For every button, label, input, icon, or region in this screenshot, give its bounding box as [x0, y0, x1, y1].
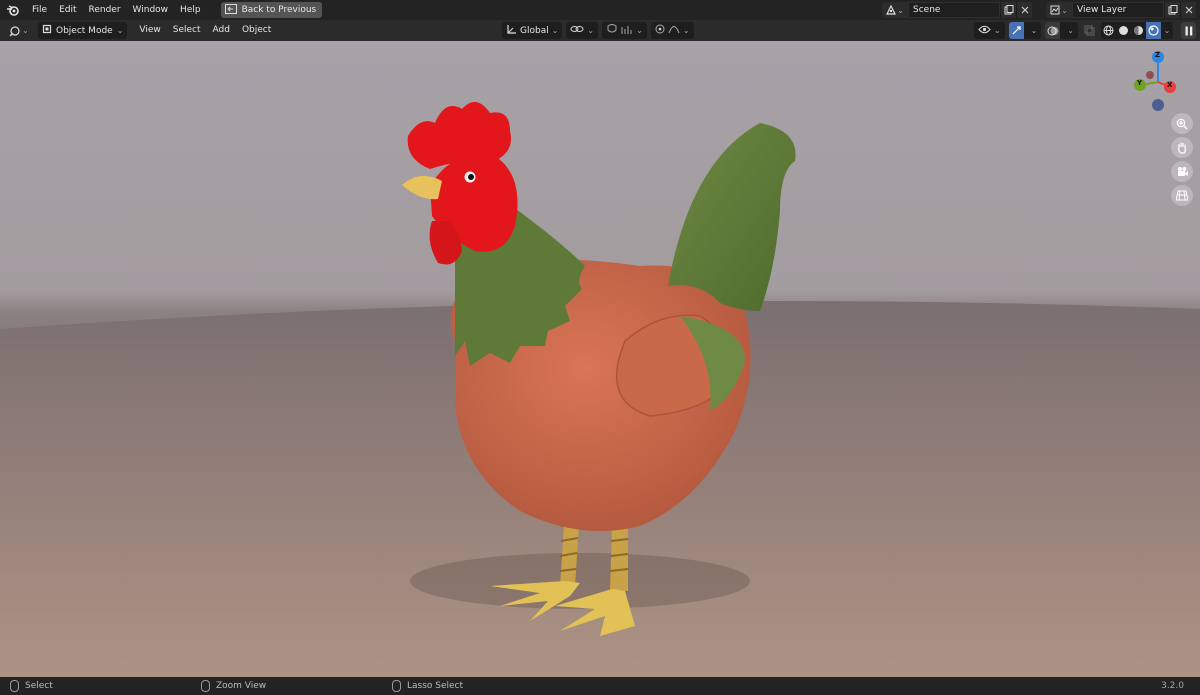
gizmo-y-label: Y	[1137, 79, 1143, 87]
navigation-gizmo[interactable]: Z X Y	[1118, 47, 1178, 117]
back-icon	[224, 3, 237, 17]
snap-icon	[606, 23, 618, 38]
mode-label: Object Mode	[56, 25, 113, 36]
snap-toggle[interactable]: ⌄	[602, 22, 647, 39]
top-bar: File Edit Render Window Help Back to Pre…	[0, 0, 1200, 20]
blender-logo-icon[interactable]	[0, 0, 26, 20]
status-select-label: Select	[25, 681, 53, 691]
view-layer-selector: ⌄ View Layer	[1046, 2, 1196, 18]
navigation-buttons	[1171, 113, 1193, 206]
back-to-previous-label: Back to Previous	[241, 5, 317, 15]
status-lasso-hint: Lasso Select	[392, 677, 463, 695]
gizmo-x-label: X	[1167, 81, 1173, 89]
pivot-point-dropdown[interactable]: ⌄	[566, 22, 599, 39]
status-zoom-label: Zoom View	[216, 681, 267, 691]
menu-render[interactable]: Render	[83, 0, 127, 20]
camera-icon[interactable]	[1171, 161, 1193, 182]
pause-icon[interactable]	[1181, 22, 1196, 39]
view-layer-field[interactable]: View Layer	[1072, 2, 1164, 18]
rendered-icon[interactable]	[1146, 22, 1161, 39]
zoom-icon[interactable]	[1171, 113, 1193, 134]
delete-scene-close-icon[interactable]	[1016, 2, 1032, 18]
hand-icon[interactable]	[1171, 137, 1193, 158]
proportional-editing-toggle[interactable]: ⌄	[650, 22, 694, 39]
link-icon	[570, 24, 584, 37]
menu-help[interactable]: Help	[174, 0, 207, 20]
snap-grid-icon	[621, 24, 633, 38]
grid-icon[interactable]	[1171, 185, 1193, 206]
orientation-label: Global	[520, 25, 549, 36]
object-mode-dropdown[interactable]: Object Mode ⌄	[38, 22, 128, 39]
mouse-middle-icon	[201, 680, 210, 692]
editor-type-icon[interactable]: ⌄	[4, 22, 34, 39]
gizmo-icon	[1008, 22, 1024, 39]
delete-view-layer-close-icon[interactable]	[1180, 2, 1196, 18]
xray-icon[interactable]	[1082, 22, 1097, 39]
header-menu-select[interactable]: Select	[167, 20, 207, 41]
visibility-icon	[978, 25, 991, 37]
mouse-left-icon	[10, 680, 19, 692]
overlay-toggle[interactable]: ⌄	[1045, 22, 1078, 39]
overlay-icon	[1045, 22, 1061, 39]
proportional-icon	[655, 24, 665, 37]
falloff-icon	[668, 24, 680, 37]
back-to-previous-button[interactable]: Back to Previous	[220, 2, 323, 18]
transform-orientation-dropdown[interactable]: Global ⌄	[502, 22, 563, 39]
shading-options-chevron-icon[interactable]: ⌄	[1161, 22, 1173, 39]
menu-file[interactable]: File	[26, 0, 53, 20]
gizmo-z-label: Z	[1155, 51, 1161, 59]
3d-viewport[interactable]: Z X Y	[0, 41, 1200, 677]
mode-icon	[42, 24, 52, 37]
transform-icon	[506, 24, 517, 38]
chevron-down-icon: ⌄	[116, 26, 124, 35]
rendered-scene	[0, 101, 1200, 677]
status-lasso-label: Lasso Select	[407, 681, 464, 691]
scene-selector: ⌄ Scene	[882, 2, 1032, 18]
scene-icon[interactable]: ⌄	[882, 2, 908, 18]
status-zoom-hint: Zoom View	[201, 677, 266, 695]
gizmo-toggle[interactable]: ⌄	[1008, 22, 1042, 39]
menu-window[interactable]: Window	[127, 0, 175, 20]
new-view-layer-icon[interactable]	[1164, 2, 1180, 18]
status-select-hint: Select	[10, 677, 53, 695]
solid-icon[interactable]	[1116, 22, 1131, 39]
version-label: 3.2.0	[1161, 681, 1184, 691]
shading-modes: ⌄	[1101, 22, 1173, 39]
mouse-right-icon	[392, 680, 401, 692]
header-menu-object[interactable]: Object	[236, 20, 277, 41]
visibility-dropdown[interactable]: ⌄	[973, 22, 1005, 39]
header-menu-view[interactable]: View	[133, 20, 166, 41]
wireframe-icon[interactable]	[1101, 22, 1116, 39]
scene-field[interactable]: Scene	[908, 2, 1000, 18]
menu-edit[interactable]: Edit	[53, 0, 82, 20]
material-icon[interactable]	[1131, 22, 1146, 39]
status-bar: Select Zoom View Lasso Select 3.2.0	[0, 677, 1200, 695]
new-scene-icon[interactable]	[1000, 2, 1016, 18]
view-layer-icon[interactable]: ⌄	[1046, 2, 1072, 18]
header-menu-add[interactable]: Add	[207, 20, 236, 41]
viewport-header: ⌄ Object Mode ⌄ View Select Add Object G…	[0, 20, 1200, 41]
